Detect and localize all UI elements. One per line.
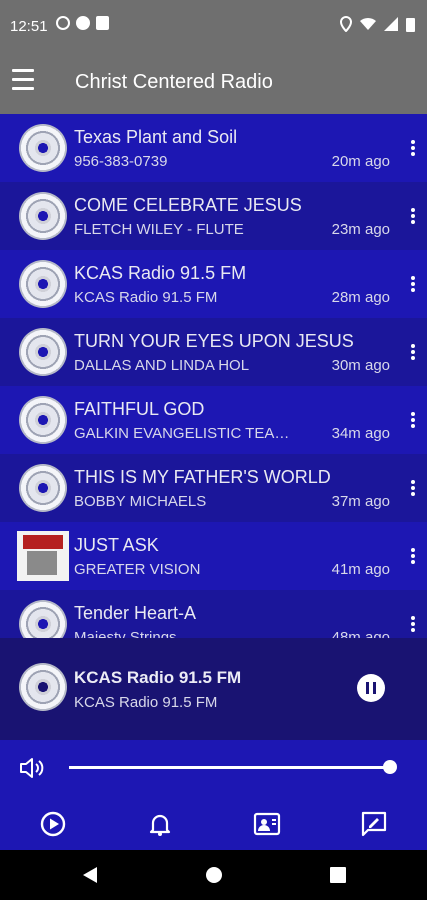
cd-icon (19, 192, 67, 240)
now-playing-subtitle: KCAS Radio 91.5 FM (74, 694, 218, 711)
back-icon[interactable] (81, 866, 99, 884)
history-item[interactable]: Tender Heart-A Majesty Strings 48m ago (0, 590, 427, 638)
volume-slider-thumb[interactable] (383, 760, 397, 774)
contact-card-icon[interactable] (253, 810, 281, 838)
recents-icon[interactable] (329, 866, 347, 884)
now-playing-title: KCAS Radio 91.5 FM (74, 668, 242, 687)
more-options-icon[interactable] (411, 140, 415, 158)
battery-icon (406, 17, 415, 32)
album-cover (17, 531, 69, 581)
history-item-time: 23m ago (331, 221, 390, 238)
app-title: Christ Centered Radio (75, 71, 273, 93)
history-item-time: 41m ago (331, 561, 390, 578)
home-icon[interactable] (205, 866, 223, 884)
more-options-icon[interactable] (411, 480, 415, 498)
history-item-subtitle: Majesty Strings (74, 629, 177, 638)
history-item-subtitle: GREATER VISION (74, 561, 201, 578)
history-item-subtitle: KCAS Radio 91.5 FM (74, 289, 218, 306)
status-notification-icons (56, 16, 109, 30)
status-system-icons (340, 16, 415, 32)
more-options-icon[interactable] (411, 616, 415, 634)
notification-icon (56, 16, 70, 30)
cd-icon (19, 600, 67, 638)
history-item[interactable]: TURN YOUR EYES UPON JESUS DALLAS AND LIN… (0, 318, 427, 386)
history-item[interactable]: THIS IS MY FATHER'S WORLD BOBBY MICHAELS… (0, 454, 427, 522)
history-item[interactable]: COME CELEBRATE JESUS FLETCH WILEY - FLUT… (0, 182, 427, 250)
cd-icon (19, 260, 67, 308)
app-bar: Christ Centered Radio (0, 52, 427, 114)
cd-icon (19, 124, 67, 172)
status-time: 12:51 (10, 18, 48, 35)
history-item-title: COME CELEBRATE JESUS (74, 195, 302, 215)
cd-icon (19, 663, 67, 711)
history-item[interactable]: Texas Plant and Soil 956-383-0739 20m ag… (0, 114, 427, 182)
now-playing-bar[interactable]: KCAS Radio 91.5 FM KCAS Radio 91.5 FM (0, 638, 427, 740)
sd-card-icon (96, 16, 109, 30)
more-options-icon[interactable] (411, 208, 415, 226)
bell-icon[interactable] (146, 810, 174, 838)
more-options-icon[interactable] (411, 412, 415, 430)
history-item-subtitle: BOBBY MICHAELS (74, 493, 207, 510)
history-item[interactable]: KCAS Radio 91.5 FM KCAS Radio 91.5 FM 28… (0, 250, 427, 318)
more-options-icon[interactable] (411, 344, 415, 362)
location-icon (340, 16, 352, 32)
history-item-subtitle: GALKIN EVANGELISTIC TEA… (74, 425, 290, 442)
history-item-time: 37m ago (331, 493, 390, 510)
history-item-time: 34m ago (331, 425, 390, 442)
system-nav-bar (0, 850, 427, 900)
pause-button[interactable] (357, 674, 385, 702)
menu-icon[interactable] (12, 69, 34, 91)
more-options-icon[interactable] (411, 548, 415, 566)
cd-icon (19, 464, 67, 512)
history-item-time: 30m ago (331, 357, 390, 374)
cd-icon (19, 396, 67, 444)
history-item-title: Tender Heart-A (74, 603, 197, 623)
play-icon[interactable] (39, 810, 67, 838)
history-item-title: JUST ASK (74, 535, 159, 555)
feedback-icon[interactable] (360, 810, 388, 838)
history-item[interactable]: JUST ASK GREATER VISION 41m ago (0, 522, 427, 590)
history-item-time: 28m ago (331, 289, 390, 306)
history-item-time: 48m ago (331, 629, 390, 638)
volume-slider-track[interactable] (69, 766, 390, 769)
signal-icon (384, 17, 398, 31)
history-item-title: Texas Plant and Soil (74, 127, 238, 147)
history-item-subtitle: 956-383-0739 (74, 153, 168, 170)
history-item-title: FAITHFUL GOD (74, 399, 205, 419)
history-item-subtitle: FLETCH WILEY - FLUTE (74, 221, 244, 238)
history-list[interactable]: Texas Plant and Soil 956-383-0739 20m ag… (0, 114, 427, 638)
more-options-icon[interactable] (411, 276, 415, 294)
history-item-title: THIS IS MY FATHER'S WORLD (74, 467, 331, 487)
history-item-title: KCAS Radio 91.5 FM (74, 263, 247, 283)
status-bar: 12:51 (0, 0, 427, 52)
wifi-icon (360, 17, 376, 30)
cd-icon (19, 328, 67, 376)
history-item-subtitle: DALLAS AND LINDA HOL (74, 357, 250, 374)
volume-bar (0, 740, 427, 796)
history-item-title: TURN YOUR EYES UPON JESUS (74, 331, 354, 351)
notification-icon (76, 16, 90, 30)
bottom-nav (0, 796, 427, 850)
speaker-icon[interactable] (19, 756, 45, 780)
history-item-time: 20m ago (331, 153, 390, 170)
history-item[interactable]: FAITHFUL GOD GALKIN EVANGELISTIC TEA… 34… (0, 386, 427, 454)
